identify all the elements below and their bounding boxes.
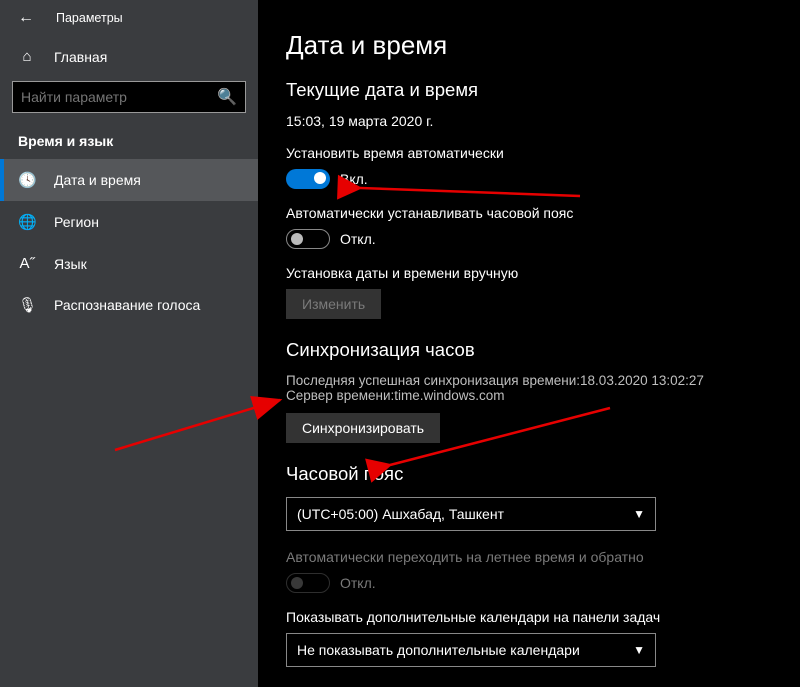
sync-title: Синхронизация часов xyxy=(286,339,772,361)
chevron-down-icon: ▼ xyxy=(633,643,645,657)
dst-section: Автоматически переходить на летнее время… xyxy=(286,549,772,593)
region-icon: 🌐 xyxy=(18,213,36,231)
sidebar-item-label: Регион xyxy=(54,214,99,230)
speech-icon: 🎙 xyxy=(18,296,36,314)
extra-calendars-label: Показывать дополнительные календари на п… xyxy=(286,609,772,625)
search-input[interactable] xyxy=(21,89,217,105)
titlebar: ← Параметры xyxy=(0,0,258,36)
manual-set-section: Установка даты и времени вручную Изменит… xyxy=(286,265,772,319)
search-box[interactable]: 🔍 xyxy=(12,81,246,113)
home-icon: ⌂ xyxy=(18,48,36,65)
back-button[interactable]: ← xyxy=(18,10,34,26)
timezone-select[interactable]: (UTC+05:00) Ашхабад, Ташкент ▼ xyxy=(286,497,656,531)
sidebar-item-region[interactable]: 🌐 Регион xyxy=(0,201,258,243)
sync-last: Последняя успешная синхронизация времени… xyxy=(286,373,772,388)
change-datetime-button: Изменить xyxy=(286,289,381,319)
nav-home-label: Главная xyxy=(54,49,107,65)
current-datetime-value: 15:03, 19 марта 2020 г. xyxy=(286,113,772,129)
auto-time-state: Вкл. xyxy=(340,171,368,187)
auto-time-section: Установить время автоматически Вкл. xyxy=(286,145,772,189)
extra-calendars-value: Не показывать дополнительные календари xyxy=(297,642,580,658)
sync-now-button[interactable]: Синхронизировать xyxy=(286,413,440,443)
auto-timezone-label: Автоматически устанавливать часовой пояс xyxy=(286,205,772,221)
sidebar-item-date-time[interactable]: 🕓 Дата и время xyxy=(0,159,258,201)
sidebar: ← Параметры ⌂ Главная 🔍 Время и язык 🕓 Да… xyxy=(0,0,258,687)
language-icon: A˝ xyxy=(18,255,36,272)
main-content: Дата и время Текущие дата и время 15:03,… xyxy=(258,0,800,687)
auto-time-toggle[interactable] xyxy=(286,169,330,189)
sidebar-item-label: Дата и время xyxy=(54,172,141,188)
auto-timezone-section: Автоматически устанавливать часовой пояс… xyxy=(286,205,772,249)
search-icon[interactable]: 🔍 xyxy=(217,87,237,107)
timezone-value: (UTC+05:00) Ашхабад, Ташкент xyxy=(297,506,504,522)
timezone-title: Часовой пояс xyxy=(286,463,772,485)
current-datetime-title: Текущие дата и время xyxy=(286,79,772,101)
page-title: Дата и время xyxy=(286,30,772,61)
sidebar-item-speech[interactable]: 🎙 Распознавание голоса xyxy=(0,284,258,326)
sidebar-item-language[interactable]: A˝ Язык xyxy=(0,243,258,284)
manual-set-label: Установка даты и времени вручную xyxy=(286,265,772,281)
window-title: Параметры xyxy=(56,11,123,25)
extra-calendars-section: Показывать дополнительные календари на п… xyxy=(286,609,772,667)
auto-time-label: Установить время автоматически xyxy=(286,145,772,161)
extra-calendars-select[interactable]: Не показывать дополнительные календари ▼ xyxy=(286,633,656,667)
sidebar-item-label: Распознавание голоса xyxy=(54,297,200,313)
dst-state: Откл. xyxy=(340,575,376,591)
auto-timezone-toggle[interactable] xyxy=(286,229,330,249)
nav-home[interactable]: ⌂ Главная xyxy=(0,36,258,77)
auto-timezone-state: Откл. xyxy=(340,231,376,247)
dst-label: Автоматически переходить на летнее время… xyxy=(286,549,772,565)
dst-toggle xyxy=(286,573,330,593)
sidebar-list: 🕓 Дата и время 🌐 Регион A˝ Язык 🎙 Распознавание… xyxy=(0,159,258,326)
search-wrap: 🔍 xyxy=(0,77,258,123)
sync-server: Сервер времени:time.windows.com xyxy=(286,388,772,403)
date-time-icon: 🕓 xyxy=(18,171,36,189)
sidebar-group-title: Время и язык xyxy=(0,123,258,159)
chevron-down-icon: ▼ xyxy=(633,507,645,521)
sidebar-item-label: Язык xyxy=(54,256,87,272)
